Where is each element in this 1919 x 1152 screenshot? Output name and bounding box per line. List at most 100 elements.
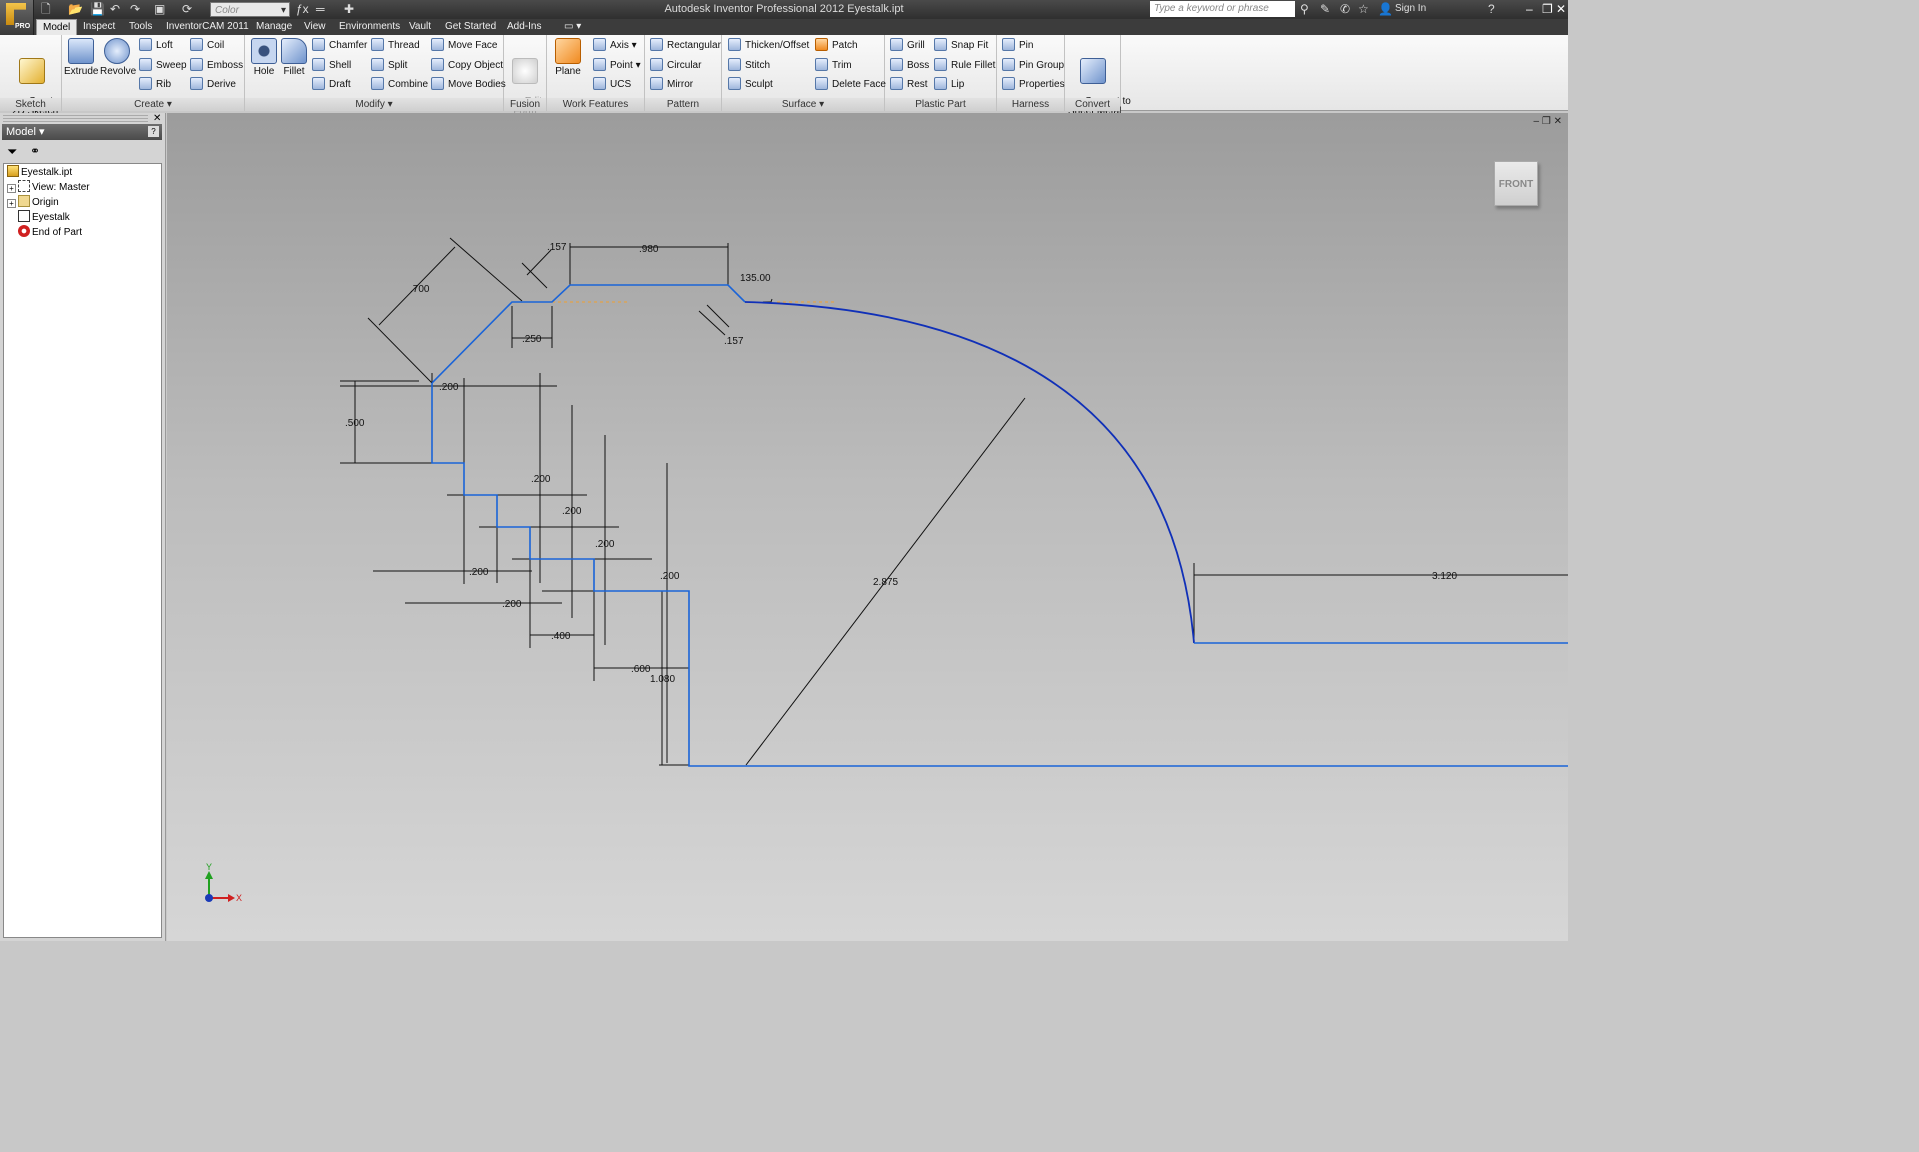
color-combo[interactable]: Color [210,2,290,18]
thicken-offset-button[interactable]: Thicken/Offset [728,38,809,54]
circular-pattern-button[interactable]: Circular [650,58,701,74]
move-face-button[interactable]: Move Face [431,38,497,54]
ucs-button[interactable]: UCS [593,77,631,93]
expand-icon[interactable]: + [7,199,16,208]
dim-label[interactable]: .200 [660,571,680,582]
tab-add-ins[interactable]: Add-Ins [501,19,547,35]
parameters-icon[interactable]: ƒx [296,2,309,17]
pin-group-button[interactable]: Pin Group [1002,58,1064,74]
tab-view[interactable]: View [298,19,332,35]
undo-icon[interactable]: ↶ [110,2,120,17]
rest-button[interactable]: Rest [890,77,928,93]
favorites-icon[interactable]: ☆ [1358,2,1369,17]
measure-icon[interactable]: ═ [316,2,325,17]
fillet-button[interactable]: Fillet [277,38,311,77]
dim-label[interactable]: .200 [439,382,459,393]
help-icon[interactable]: ? [1488,2,1495,17]
plane-button[interactable]: Plane [551,38,585,77]
dim-label[interactable]: .700 [410,284,430,295]
tab-tools[interactable]: Tools [123,19,158,35]
application-menu-button[interactable]: PRO [0,0,34,35]
panel-label-modify[interactable]: Modify ▾ [245,98,503,111]
revolve-button[interactable]: Revolve [100,38,136,77]
hole-button[interactable]: Hole [247,38,281,77]
trim-button[interactable]: Trim [815,58,852,74]
move-bodies-button[interactable]: Move Bodies [431,77,506,93]
redo-icon[interactable]: ↷ [130,2,140,17]
delete-face-button[interactable]: Delete Face [815,77,886,93]
stitch-button[interactable]: Stitch [728,58,770,74]
split-button[interactable]: Split [371,58,407,74]
tree-node-part[interactable]: Eyestalk.ipt [7,165,72,180]
mirror-button[interactable]: Mirror [650,77,693,93]
axis-button[interactable]: Axis ▾ [593,38,637,54]
tab-inventorcam[interactable]: InventorCAM 2011 [160,19,255,35]
sketch-arc[interactable] [744,301,1195,644]
dim-label[interactable]: .600 [631,664,651,675]
properties-button[interactable]: Properties [1002,77,1065,93]
sweep-button[interactable]: Sweep [139,58,187,74]
tab-inspect[interactable]: Inspect [77,19,121,35]
binoculars-find-icon[interactable]: ⚭ [30,144,40,158]
tab-vault[interactable]: Vault [403,19,437,35]
tab-model[interactable]: Model [36,19,78,35]
dim-label[interactable]: .500 [345,418,365,429]
boss-button[interactable]: Boss [890,58,929,74]
dim-label[interactable]: .200 [595,539,615,550]
derive-button[interactable]: Derive [190,77,236,93]
panel-label-create[interactable]: Create ▾ [62,98,244,111]
dim-label[interactable]: .250 [522,334,542,345]
combine-button[interactable]: Combine [371,77,428,93]
restore-icon[interactable]: ❐ [1542,2,1553,16]
pin-button[interactable]: Pin [1002,38,1033,54]
dim-label[interactable]: .157 [724,336,744,347]
browser-grip[interactable] [3,115,148,122]
minimize-icon[interactable]: – [1526,2,1533,16]
ribbon-options-icon[interactable]: ▭ ▾ [558,19,587,35]
open-icon[interactable]: 📂 [68,2,83,17]
project-icon[interactable]: ▣ [154,2,165,17]
copy-object-button[interactable]: Copy Object [431,58,503,74]
browser-close-icon[interactable]: ✕ [153,113,161,124]
search-input[interactable]: Type a keyword or phrase [1150,1,1295,17]
dim-label[interactable]: .400 [551,631,571,642]
binoculars-icon[interactable]: ⚲ [1300,2,1309,17]
viewport-window-controls[interactable]: – ❐ ✕ [1534,116,1562,127]
extrude-button[interactable]: Extrude [64,38,98,77]
tab-manage[interactable]: Manage [250,19,298,35]
communication-icon[interactable]: ✆ [1340,2,1350,17]
graphics-window[interactable]: .157 .980 135.00 .700 .250 .157 .200 .50… [167,113,1568,941]
grill-button[interactable]: Grill [890,38,925,54]
sketch-canvas[interactable]: .157 .980 135.00 .700 .250 .157 .200 .50… [167,113,1568,941]
viewcube[interactable]: FRONT [1494,161,1538,206]
sketch-profile[interactable] [431,284,746,384]
add-icon[interactable]: ✚ [344,2,354,17]
dim-label[interactable]: .200 [531,474,551,485]
patch-button[interactable]: Patch [815,38,858,54]
dim-label[interactable]: .200 [562,506,582,517]
sign-in-link[interactable]: Sign In [1395,3,1426,14]
draft-button[interactable]: Draft [312,77,351,93]
rule-fillet-button[interactable]: Rule Fillet [934,58,995,74]
point-button[interactable]: Point ▾ [593,58,641,74]
lip-button[interactable]: Lip [934,77,964,93]
emboss-button[interactable]: Emboss [190,58,243,74]
tab-get-started[interactable]: Get Started [439,19,502,35]
rib-button[interactable]: Rib [139,77,171,93]
dim-label[interactable]: .200 [469,567,489,578]
dim-label[interactable]: 135.00 [740,273,771,284]
loft-button[interactable]: Loft [139,38,173,54]
dim-label[interactable]: 1.080 [650,674,675,685]
expand-icon[interactable]: + [7,184,16,193]
save-icon[interactable]: 💾 [90,2,105,17]
new-icon[interactable]: 🗋 [41,2,51,17]
filter-icon[interactable]: ⏷ [7,144,17,160]
dim-label[interactable]: .980 [639,244,659,255]
browser-help-icon[interactable]: ? [148,126,159,137]
tree-node-origin[interactable]: + Origin [7,195,59,210]
sculpt-button[interactable]: Sculpt [728,77,773,93]
subscription-icon[interactable]: ✎ [1320,2,1330,17]
coil-button[interactable]: Coil [190,38,224,54]
tab-environments[interactable]: Environments [333,19,406,35]
dim-label[interactable]: .157 [547,242,567,253]
